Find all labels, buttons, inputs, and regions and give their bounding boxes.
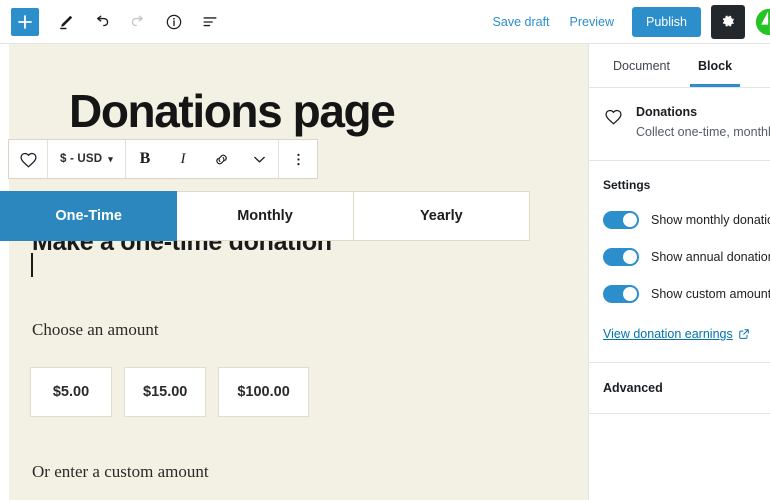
custom-amount-label: Or enter a custom amount xyxy=(32,462,209,481)
bold-button[interactable]: B xyxy=(126,140,164,178)
editor-canvas: Donations page One-Time Monthly Yearly M… xyxy=(0,44,588,500)
currency-dropdown[interactable]: $ - USD ▾ xyxy=(48,140,125,178)
donation-tab-monthly[interactable]: Monthly xyxy=(177,191,354,241)
block-card-section: Donations Collect one-time, monthly, or … xyxy=(589,88,770,162)
block-type-button[interactable] xyxy=(9,140,47,178)
settings-gear-button[interactable] xyxy=(711,4,745,39)
setting-show-annual[interactable]: Show annual donations xyxy=(603,248,770,267)
top-bar-actions: Save draft Preview Publish xyxy=(483,0,770,44)
chevron-down-icon: ▾ xyxy=(108,153,114,164)
toggle-show-annual-label: Show annual donations xyxy=(651,250,770,265)
choose-amount-label: Choose an amount xyxy=(32,320,159,339)
amount-option-1[interactable]: $5.00 xyxy=(30,367,112,417)
jetpack-circle-icon xyxy=(755,8,770,35)
amount-option-2[interactable]: $15.00 xyxy=(124,367,207,417)
toggle-show-custom-amount-label: Show custom amount option xyxy=(651,287,770,302)
donation-heading[interactable]: Make a one-time donation xyxy=(32,241,332,257)
more-options-group xyxy=(279,140,317,178)
toggle-show-annual[interactable] xyxy=(603,248,639,267)
heart-icon xyxy=(603,106,624,141)
setting-show-custom-amount[interactable]: Show custom amount option xyxy=(603,285,770,304)
block-type-group xyxy=(9,140,48,178)
earnings-link-wrap: View donation earnings xyxy=(603,325,756,343)
toggle-show-monthly[interactable] xyxy=(603,211,639,230)
block-toolbar: $ - USD ▾ B I xyxy=(8,139,319,179)
info-circle-button[interactable] xyxy=(156,4,192,40)
donation-tab-yearly[interactable]: Yearly xyxy=(353,191,530,241)
amount-option-3[interactable]: $100.00 xyxy=(218,367,309,417)
publish-button[interactable]: Publish xyxy=(632,6,701,37)
block-card-text: Donations Collect one-time, monthly, or … xyxy=(636,105,770,141)
editor-top-bar: Save draft Preview Publish xyxy=(0,0,770,44)
formatting-group: B I xyxy=(126,140,280,178)
italic-button[interactable]: I xyxy=(164,140,202,178)
link-button[interactable] xyxy=(202,140,240,178)
view-donation-earnings-label: View donation earnings xyxy=(603,327,733,342)
donation-tab-one-time[interactable]: One-Time xyxy=(0,191,178,241)
chevron-down-icon xyxy=(253,156,265,163)
block-card: Donations Collect one-time, monthly, or … xyxy=(603,105,770,141)
toggle-show-custom-amount[interactable] xyxy=(603,285,639,304)
link-icon xyxy=(215,154,227,164)
top-bar-tools xyxy=(0,4,228,40)
settings-sidebar: Document Block Donations Collect one-tim… xyxy=(588,44,770,500)
editor-root: Save draft Preview Publish Donations pag… xyxy=(0,0,770,500)
preview-button[interactable]: Preview xyxy=(560,9,624,35)
redo-button[interactable] xyxy=(120,4,156,40)
donation-heading-clip: Make a one-time donation xyxy=(0,241,530,277)
block-options-button[interactable] xyxy=(279,140,317,178)
vertical-ellipsis-icon xyxy=(296,153,300,165)
toggle-show-monthly-label: Show monthly donations xyxy=(651,213,770,228)
more-formats-button[interactable] xyxy=(240,140,278,178)
block-card-title: Donations xyxy=(636,105,698,119)
donation-tabs: One-Time Monthly Yearly xyxy=(0,191,530,241)
post-title[interactable]: Donations page xyxy=(69,84,396,138)
donation-block-body: Make a one-time donation Choose an amoun… xyxy=(0,241,530,500)
tab-block[interactable]: Block xyxy=(688,44,742,87)
external-link-icon xyxy=(739,329,749,339)
save-draft-button[interactable]: Save draft xyxy=(483,9,560,35)
tab-document[interactable]: Document xyxy=(603,44,680,87)
edit-pencil-button[interactable] xyxy=(48,4,84,40)
advanced-panel-header[interactable]: Advanced xyxy=(589,363,770,415)
settings-panel: Settings Show monthly donations Show ann… xyxy=(589,161,770,364)
jetpack-button[interactable] xyxy=(754,7,770,37)
undo-button[interactable] xyxy=(84,4,120,40)
block-card-description: Collect one-time, monthly, or annually r… xyxy=(636,125,770,139)
currency-value: $ - USD xyxy=(60,153,103,165)
advanced-label: Advanced xyxy=(603,381,663,396)
sidebar-tablist: Document Block xyxy=(589,44,770,88)
currency-group: $ - USD ▾ xyxy=(48,140,127,178)
settings-heading: Settings xyxy=(603,178,651,193)
amount-options: $5.00 $15.00 $100.00 xyxy=(30,367,530,417)
heart-icon xyxy=(19,152,37,168)
list-view-button[interactable] xyxy=(192,4,228,40)
setting-show-monthly[interactable]: Show monthly donations xyxy=(603,211,770,230)
add-block-button[interactable] xyxy=(11,7,39,36)
view-donation-earnings-link[interactable]: View donation earnings xyxy=(603,327,750,341)
gear-icon xyxy=(722,15,734,27)
